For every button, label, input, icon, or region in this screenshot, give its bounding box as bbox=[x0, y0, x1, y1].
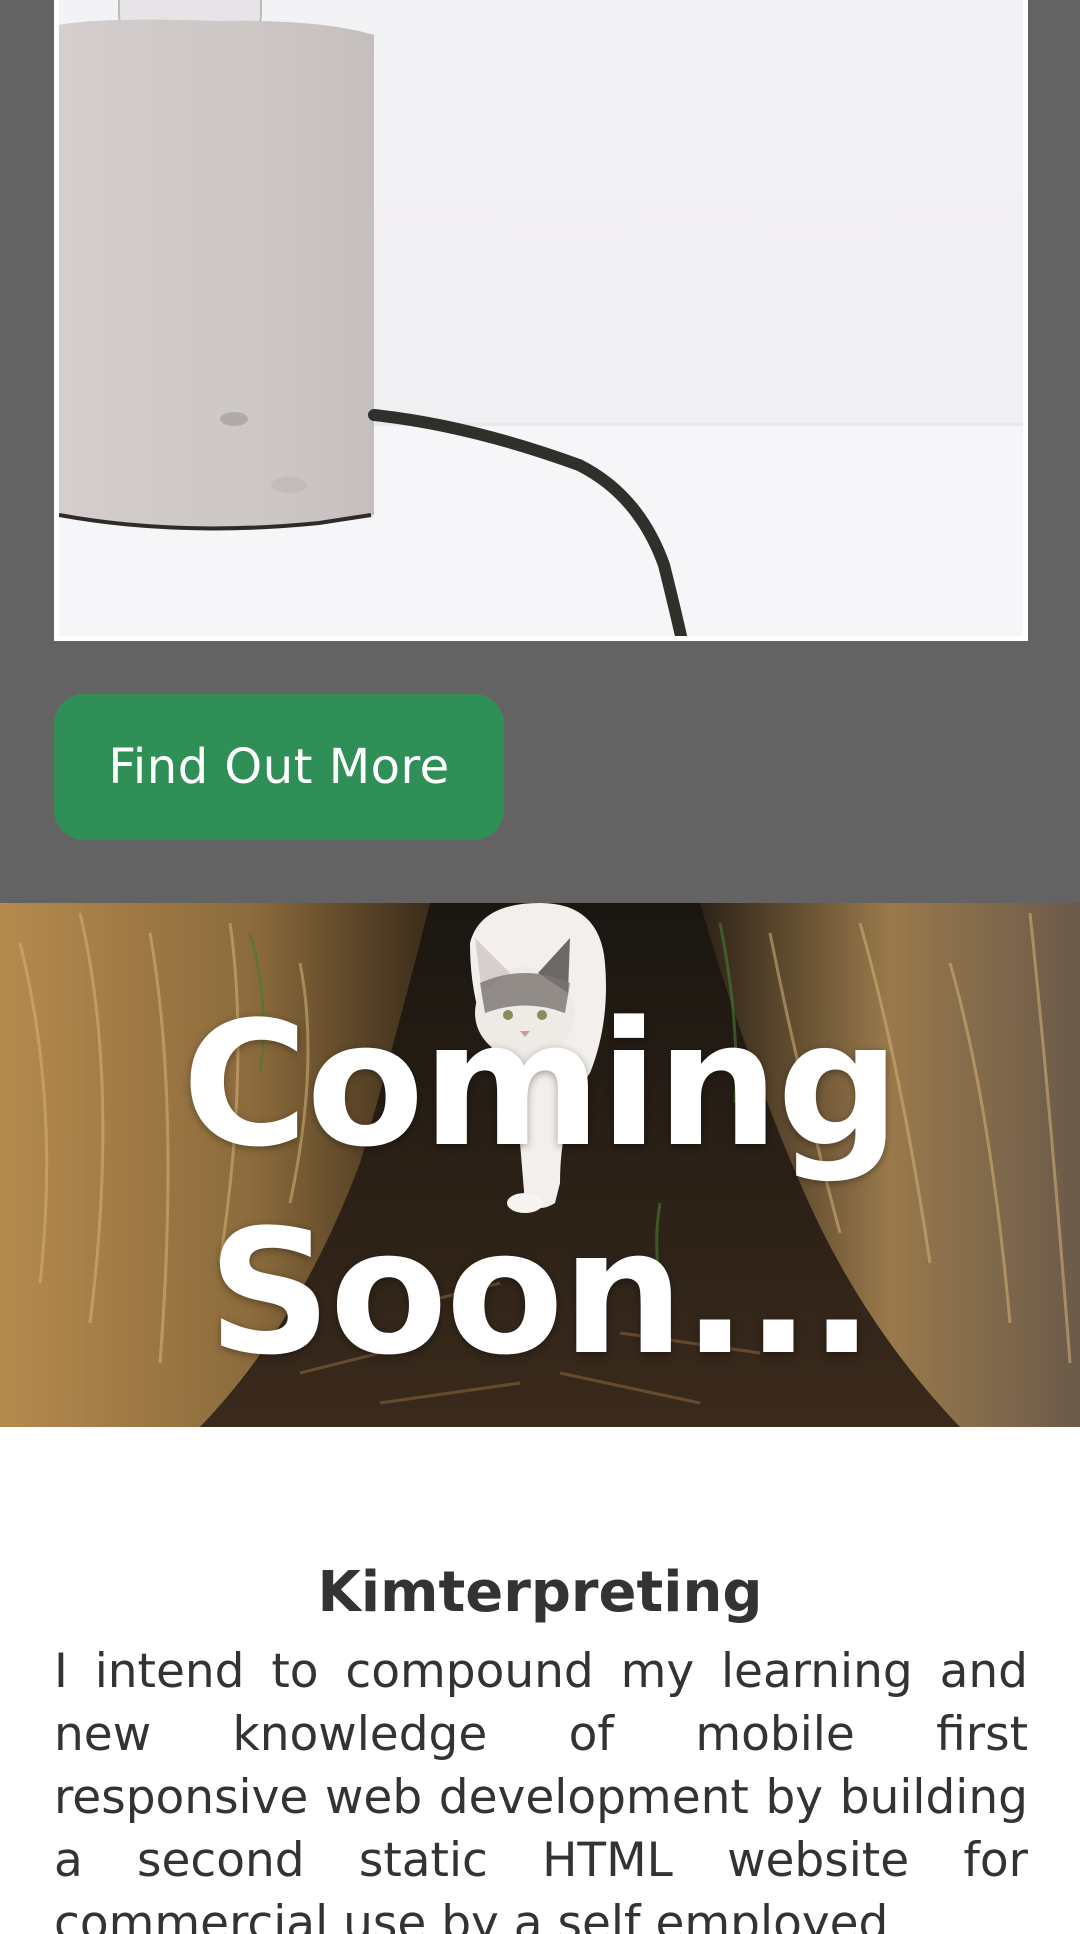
find-out-more-button[interactable]: Find Out More bbox=[54, 694, 504, 840]
section-heading: Kimterpreting bbox=[317, 1560, 763, 1626]
coming-soon-hero: Coming Soon... bbox=[0, 903, 1080, 1427]
section-body-text: I intend to compound my learning and new… bbox=[54, 1644, 1028, 1934]
feature-section: Find Out More bbox=[0, 0, 1080, 903]
page: Find Out More Coming Soon... Kimterpreti… bbox=[0, 0, 1080, 1934]
lamp-image-frame bbox=[54, 0, 1028, 641]
hero-title: Coming Soon... bbox=[181, 984, 900, 1393]
lamp-photo-icon bbox=[59, 0, 1023, 636]
